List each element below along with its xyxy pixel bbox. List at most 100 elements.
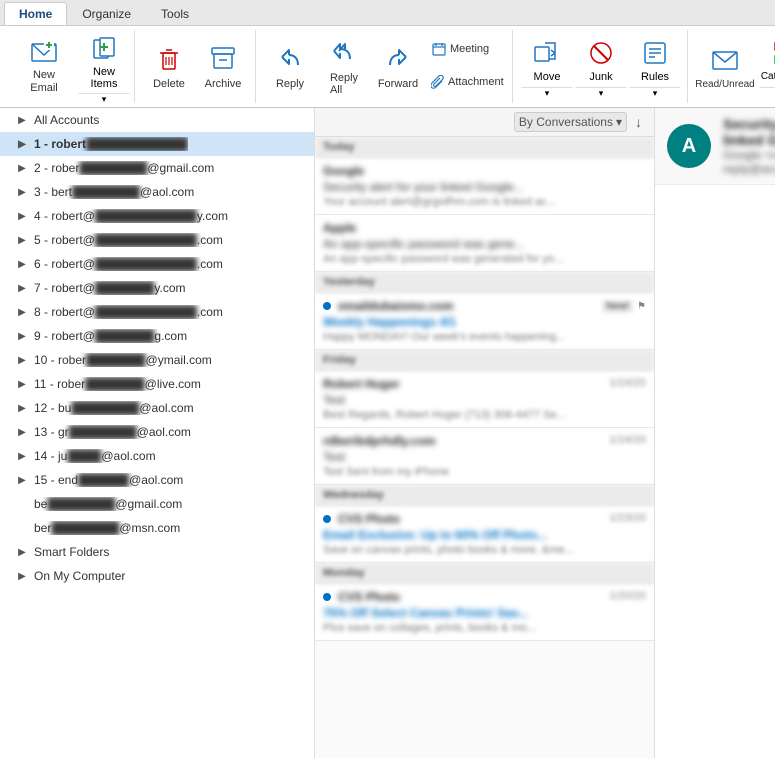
email-item-6[interactable]: CVS Photo 1/23/20 Email Exclusive: Up to… xyxy=(315,506,654,563)
attachment-label: Attachment xyxy=(448,76,504,88)
email-item-5[interactable]: rdberibdprhdly.com 1/24/20 Test Test Sen… xyxy=(315,428,654,485)
sidebar-item-account-1[interactable]: ▶ 1 - robert████████████ xyxy=(0,132,314,156)
sidebar-label-account-2: 2 - rober████████@gmail.com xyxy=(34,161,214,175)
sidebar-item-account-6[interactable]: ▶ 6 - robert@████████████.com xyxy=(0,252,314,276)
new-items-icon xyxy=(90,36,118,64)
email-subject-7: 75% Off Select Canvas Prints! Sav... xyxy=(323,606,646,620)
chevron-icon: ▶ xyxy=(16,474,28,486)
email-item-4[interactable]: Robert Huger 1/24/20 Test Best Regards, … xyxy=(315,371,654,428)
sidebar-item-ber-msn[interactable]: ▶ ber████████@msn.com xyxy=(0,516,314,540)
archive-button[interactable]: Archive xyxy=(197,33,249,101)
reply-all-button[interactable]: ReplyAll xyxy=(318,33,370,101)
read-unread-label: Read/Unread xyxy=(695,79,754,90)
delete-label: Delete xyxy=(153,78,185,90)
sidebar-item-account-13[interactable]: ▶ 13 - gr████████@aol.com xyxy=(0,420,314,444)
attachment-button[interactable]: Attachment xyxy=(426,66,506,98)
read-unread-icon xyxy=(709,44,741,76)
rules-top[interactable]: Rules xyxy=(629,33,681,87)
new-email-button[interactable]: NewEmail xyxy=(10,33,78,101)
chevron-icon: ▶ xyxy=(16,402,28,414)
read-unread-button[interactable]: Read/Unread xyxy=(696,33,754,101)
sidebar-item-account-9[interactable]: ▶ 9 - robert@███████g.com xyxy=(0,324,314,348)
sidebar-item-account-8[interactable]: ▶ 8 - robert@████████████.com xyxy=(0,300,314,324)
email-time-6: 1/23/20 xyxy=(609,512,646,524)
conversations-button[interactable]: By Conversations ▾ xyxy=(514,112,627,132)
new-items-top[interactable]: New Items xyxy=(78,33,130,93)
sidebar-item-account-3[interactable]: ▶ 3 - bert████████@aol.com xyxy=(0,180,314,204)
reply-button[interactable]: Reply xyxy=(264,33,316,101)
sidebar-label-account-6: 6 - robert@████████████.com xyxy=(34,257,223,271)
email-subject-4: Test xyxy=(323,393,646,407)
rules-dropdown[interactable]: ▾ xyxy=(629,87,681,101)
sidebar-item-account-10[interactable]: ▶ 10 - rober███████@ymail.com xyxy=(0,348,314,372)
categorize-dropdown[interactable]: ▾ xyxy=(759,87,775,101)
email-preview-6: Save on canvas prints, photo books & mor… xyxy=(323,544,646,556)
delete-button[interactable]: Delete xyxy=(143,33,195,101)
chevron-icon: ▶ xyxy=(16,306,28,318)
categorize-top[interactable]: Categorize xyxy=(756,33,775,87)
avatar: A xyxy=(667,124,711,168)
junk-dropdown[interactable]: ▾ xyxy=(575,87,627,101)
tab-home[interactable]: Home xyxy=(4,2,67,25)
email-list-panel: By Conversations ▾ ↓ Today Google Securi… xyxy=(315,108,655,758)
sidebar-item-all-accounts[interactable]: ▶ All Accounts xyxy=(0,108,314,132)
categorize-label: Categorize xyxy=(761,71,775,82)
sidebar-item-be-gmail[interactable]: ▶ be████████@gmail.com xyxy=(0,492,314,516)
section-monday: Monday xyxy=(315,563,654,584)
junk-top[interactable]: Junk xyxy=(575,33,627,87)
chevron-icon: ▶ xyxy=(16,282,28,294)
tab-tools[interactable]: Tools xyxy=(146,2,204,25)
sidebar-label-account-8: 8 - robert@████████████.com xyxy=(34,305,223,319)
reply-all-icon xyxy=(328,38,360,69)
chevron-icon: ▶ xyxy=(16,162,28,174)
email-preview-3: Happy MONDAY! Our week's events happenin… xyxy=(323,331,646,343)
email-flag-3: ⚑ xyxy=(637,301,646,312)
sidebar-item-account-14[interactable]: ▶ 14 - ju████@aol.com xyxy=(0,444,314,468)
forward-button[interactable]: Forward xyxy=(372,33,424,101)
sidebar-item-account-2[interactable]: ▶ 2 - rober████████@gmail.com xyxy=(0,156,314,180)
email-preview-2: An app-specific password was generated f… xyxy=(323,253,646,265)
section-friday: Friday xyxy=(315,350,654,371)
chevron-icon: ▶ xyxy=(16,234,28,246)
email-item-7[interactable]: CVS Photo 1/20/20 75% Off Select Canvas … xyxy=(315,584,654,641)
sort-icon[interactable]: ↓ xyxy=(631,112,646,132)
sidebar-item-account-5[interactable]: ▶ 5 - robert@████████████.com xyxy=(0,228,314,252)
meeting-button[interactable]: Meeting xyxy=(426,33,506,65)
move-top[interactable]: Move xyxy=(521,33,573,87)
email-sender-1: Google xyxy=(323,164,364,178)
email-list: Today Google Security alert for your lin… xyxy=(315,137,654,758)
sidebar-label-account-10: 10 - rober███████@ymail.com xyxy=(34,353,212,367)
new-items-dropdown[interactable]: ▾ xyxy=(78,93,130,106)
email-item-1[interactable]: Google Security alert for your linked Go… xyxy=(315,158,654,215)
sidebar-label-ber-msn: ber████████@msn.com xyxy=(34,521,180,535)
email-subject-3: Weekly Happenings 4/1 xyxy=(323,315,646,329)
email-item-2[interactable]: Apple An app-specific password was gene.… xyxy=(315,215,654,272)
sidebar-item-account-12[interactable]: ▶ 12 - bu████████@aol.com xyxy=(0,396,314,420)
sidebar-label-all-accounts: All Accounts xyxy=(34,113,99,127)
rules-icon xyxy=(639,37,671,69)
sidebar-item-account-15[interactable]: ▶ 15 - end██████@aol.com xyxy=(0,468,314,492)
sidebar-item-account-4[interactable]: ▶ 4 - robert@████████████y.com xyxy=(0,204,314,228)
sidebar-item-on-my-computer[interactable]: ▶ On My Computer xyxy=(0,564,314,588)
reading-pane: A Security alert for your linked Google … xyxy=(655,108,775,758)
sidebar-item-account-11[interactable]: ▶ 11 - rober███████@live.com xyxy=(0,372,314,396)
sidebar-item-smart-folders[interactable]: ▶ Smart Folders xyxy=(0,540,314,564)
tab-organize[interactable]: Organize xyxy=(67,2,146,25)
sidebar-label-account-13: 13 - gr████████@aol.com xyxy=(34,425,191,439)
chevron-icon: ▶ xyxy=(16,450,28,462)
email-item-3[interactable]: emaildubaismo.com New! ⚑ Weekly Happenin… xyxy=(315,293,654,350)
sidebar-label-account-4: 4 - robert@████████████y.com xyxy=(34,209,228,223)
ribbon-group-tags: Read/Unread Categorize ▾ xyxy=(690,30,775,103)
reading-subject: Security alert for your linked Google Ac… xyxy=(723,116,775,148)
email-preview-4: Best Regards, Robert Huger (713) 306-447… xyxy=(323,409,646,421)
move-dropdown[interactable]: ▾ xyxy=(521,87,573,101)
sidebar-label-account-9: 9 - robert@███████g.com xyxy=(34,329,187,343)
sidebar-label-account-11: 11 - rober███████@live.com xyxy=(34,377,201,391)
sidebar-label-account-1: 1 - robert████████████ xyxy=(34,137,188,151)
email-time-7: 1/20/20 xyxy=(609,590,646,602)
junk-label: Junk xyxy=(589,71,612,83)
sidebar-item-account-7[interactable]: ▶ 7 - robert@███████y.com xyxy=(0,276,314,300)
email-preview-5: Test Sent from my iPhone xyxy=(323,466,646,478)
sidebar: ▶ All Accounts ▶ 1 - robert████████████ … xyxy=(0,108,315,758)
attachment-icon xyxy=(431,74,445,90)
